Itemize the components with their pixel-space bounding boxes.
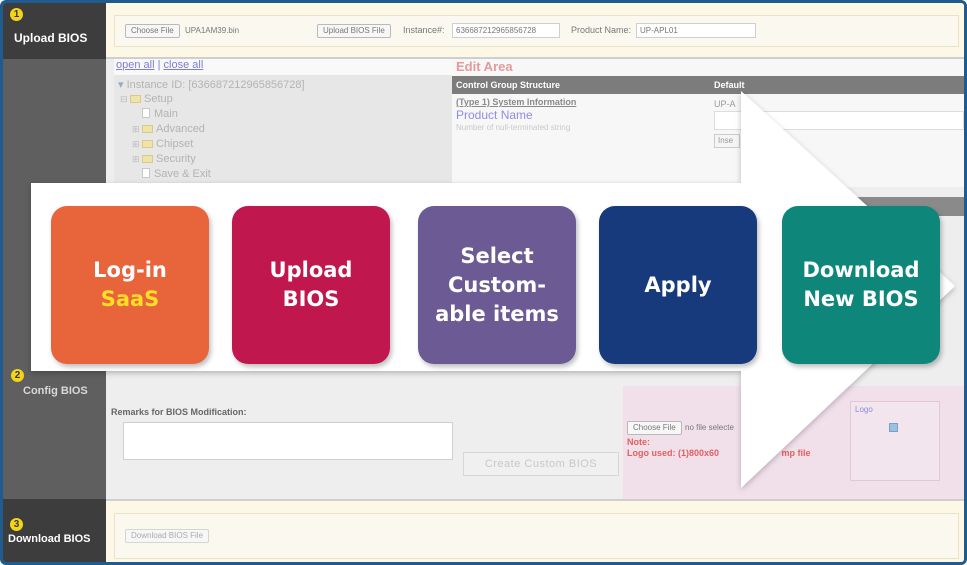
remarks-textarea[interactable] [123,422,453,460]
step-number-3: 3 [10,518,23,531]
type-system-information: (Type 1) System Information [456,97,577,107]
edit-area-title: Edit Area [456,59,513,74]
download-bios-panel: Download BIOS File [114,513,959,559]
default-value: UP-A [714,99,736,109]
tree-item-chipset[interactable]: ⊞ Chipset [132,138,193,150]
product-name-hint: Number of null-terminated string [456,123,571,132]
edit-area-header: Control Group Structure Default [452,76,964,94]
download-bios-file-button[interactable]: Download BIOS File [125,529,210,543]
page-icon [142,168,150,178]
instance-label: Instance#: [403,25,445,35]
process-step-5-line-1: Download [802,258,920,282]
folder-icon [130,95,141,103]
process-step-5-line-2: New BIOS [803,287,919,311]
step-label-download: Download BIOS [8,533,91,545]
instance-field[interactable]: 636687212965856728 [452,23,560,38]
process-step-login-saas: Log-in SaaS [51,206,209,364]
tree-instance-label: Instance ID: [636687212965856728] [126,79,305,91]
tree-item-label: Advanced [156,123,205,135]
col-control-group-structure: Control Group Structure [456,80,560,90]
process-step-4-line-1: Apply [644,272,712,297]
remarks-label: Remarks for BIOS Modification: [111,407,247,417]
tree-item-save-exit[interactable]: Save & Exit [142,168,211,180]
process-step-3-line-3: able items [435,301,559,326]
screenshot-frame: 1 Upload BIOS 2 Config BIOS 3 Download B… [0,0,967,565]
logo-used-text: Logo used: (1)800x60 [627,448,720,458]
choose-file-button[interactable]: Choose File [125,24,180,38]
tree-item-main[interactable]: Main [142,108,178,120]
tree-item-label: Save & Exit [154,168,211,180]
logo-preview: Logo [850,401,940,481]
step-download-bios: 3 Download BIOS [3,499,106,562]
tree-item-setup[interactable]: ⊟ Setup [120,93,173,105]
settings-tree: open all | close all ▾ Instance ID: [636… [114,59,452,187]
process-step-select-items: Select Custom- able items [418,206,576,364]
tree-panel: ▾ Instance ID: [636687212965856728] ⊟ Set… [114,75,452,187]
product-name-input[interactable] [714,111,964,130]
product-name-label: Product Name: [571,25,632,35]
process-step-upload-bios: Upload BIOS [232,206,390,364]
expand-icon: ⊞ [132,139,140,149]
collapse-icon: ⊟ [120,94,128,104]
no-file-selected-text: no file selecte [685,423,734,432]
process-step-2-line-2: BIOS [282,287,340,311]
tree-item-label: Security [156,153,196,165]
tree-item-advanced[interactable]: ⊞ Advanced [132,123,205,135]
tree-link-separator: | [157,59,161,71]
logo-used-tail: mp file [781,448,811,458]
tree-instance-id: ▾ Instance ID: [636687212965856728] [118,78,305,91]
process-step-1-line-2: SaaS [100,287,160,311]
upload-bios-bar: Choose File UPA1AM39.bin Upload BIOS Fil… [106,3,964,59]
folder-icon [142,140,153,148]
open-all-link[interactable]: open all [116,59,155,71]
edit-area: Edit Area Control Group Structure Defaul… [452,59,964,187]
step-number-1: 1 [10,8,23,21]
insert-button[interactable]: Inse [714,134,740,148]
product-name-setting[interactable]: Product Name [456,108,533,122]
step-number-2: 2 [11,369,24,382]
tree-links: open all | close all [116,59,203,71]
instance-icon: ▾ [118,79,124,91]
tree-item-label: Setup [144,93,173,105]
process-step-3-line-2: Custom- [448,272,546,297]
close-all-link[interactable]: close all [164,59,204,71]
download-bios-bar: Download BIOS File [106,499,964,562]
process-step-1-line-1: Log-in [93,258,167,282]
logo-choose-file-button[interactable]: Choose File [627,421,682,435]
page-icon [142,108,150,118]
upload-bios-panel: Choose File UPA1AM39.bin Upload BIOS Fil… [114,15,959,47]
note-label: Note: [627,437,650,447]
logo-note: Note: Logo used: (1)800x60 mp file [627,437,811,459]
process-step-2-line-1: Upload [269,258,353,282]
expand-icon: ⊞ [132,154,140,164]
tree-item-label: Chipset [156,138,194,150]
process-step-3-line-1: Select [460,243,534,268]
image-icon [889,423,898,432]
expand-icon: ⊞ [132,124,140,134]
selected-file-name: UPA1AM39.bin [185,26,240,35]
logo-label: Logo [855,405,873,414]
col-default: Default [714,80,745,90]
step-label-upload: Upload BIOS [14,31,88,45]
folder-icon [142,125,153,133]
tree-item-security[interactable]: ⊞ Security [132,153,196,165]
step-label-config: Config BIOS [23,385,88,397]
create-custom-bios-button[interactable]: Create Custom BIOS [463,452,619,476]
process-step-apply: Apply [599,206,757,364]
step-upload-bios: 1 Upload BIOS [3,3,106,59]
process-step-download-new-bios: Download New BIOS [782,206,940,364]
product-name-field[interactable]: UP-APL01 [636,23,756,38]
logo-upload-area: Choose File no file selecte Note: Logo u… [623,386,964,499]
upload-bios-file-button[interactable]: Upload BIOS File [317,24,391,38]
folder-icon [142,155,153,163]
tree-item-label: Main [154,108,178,120]
